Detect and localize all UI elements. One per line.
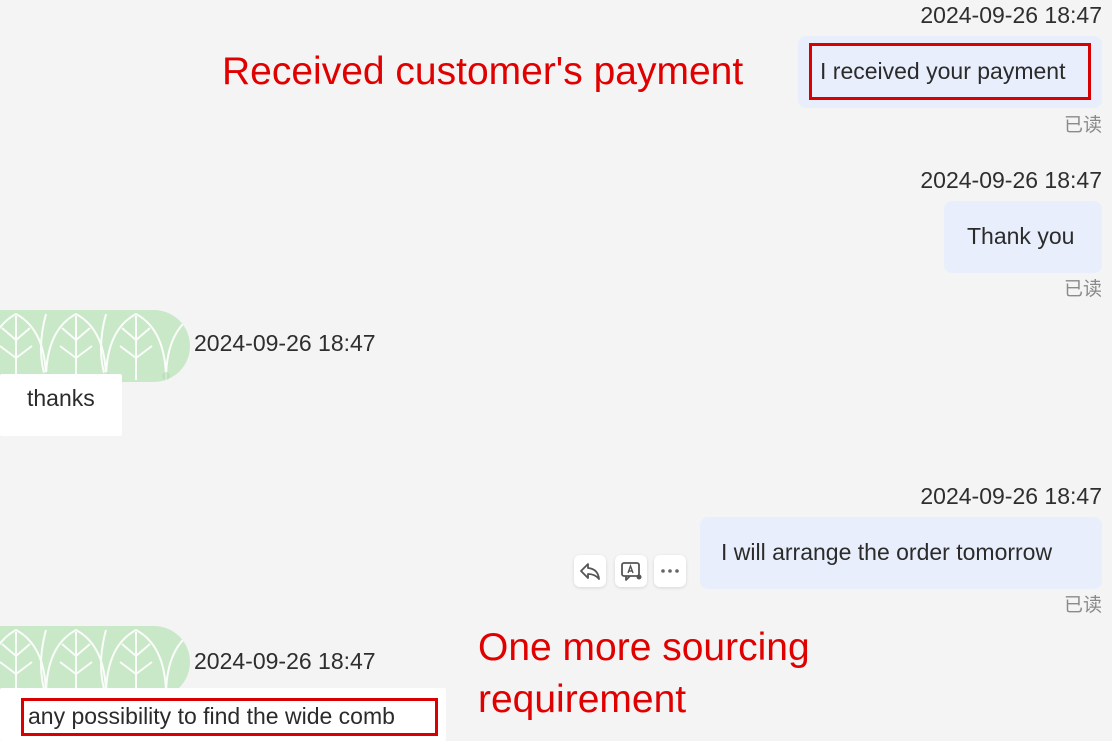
translate-icon <box>621 562 642 581</box>
message-timestamp: 2024-09-26 18:47 <box>194 330 376 356</box>
highlight-box <box>809 43 1091 100</box>
message-bubble-outgoing[interactable]: Thank you <box>944 201 1102 273</box>
message-timestamp: 2024-09-26 18:47 <box>920 483 1102 509</box>
reply-button[interactable] <box>574 555 606 587</box>
more-options-button[interactable] <box>654 555 686 587</box>
annotation-sourcing-line1: One more sourcing <box>478 626 810 669</box>
message-text: thanks <box>27 385 95 411</box>
message-bubble-incoming[interactable]: thanks <box>0 374 122 436</box>
message-bubble-outgoing[interactable]: I will arrange the order tomorrow <box>700 517 1102 589</box>
more-icon <box>661 569 679 573</box>
translate-button[interactable] <box>615 555 647 587</box>
message-timestamp: 2024-09-26 18:47 <box>920 2 1102 28</box>
read-receipt: 已读 <box>1063 278 1102 300</box>
message-text: Thank you <box>967 223 1075 249</box>
annotation-payment: Received customer's payment <box>222 50 744 93</box>
highlight-box <box>21 698 438 736</box>
message-timestamp: 2024-09-26 18:47 <box>194 648 376 674</box>
leaf-pattern-icon <box>0 312 190 381</box>
read-receipt: 已读 <box>1063 114 1102 136</box>
message-timestamp: 2024-09-26 18:47 <box>920 167 1102 193</box>
annotation-sourcing-line2: requirement <box>478 678 687 721</box>
message-text: I will arrange the order tomorrow <box>721 539 1053 565</box>
read-receipt: 已读 <box>1063 594 1102 616</box>
avatar[interactable] <box>0 310 190 382</box>
reply-icon <box>580 563 600 580</box>
